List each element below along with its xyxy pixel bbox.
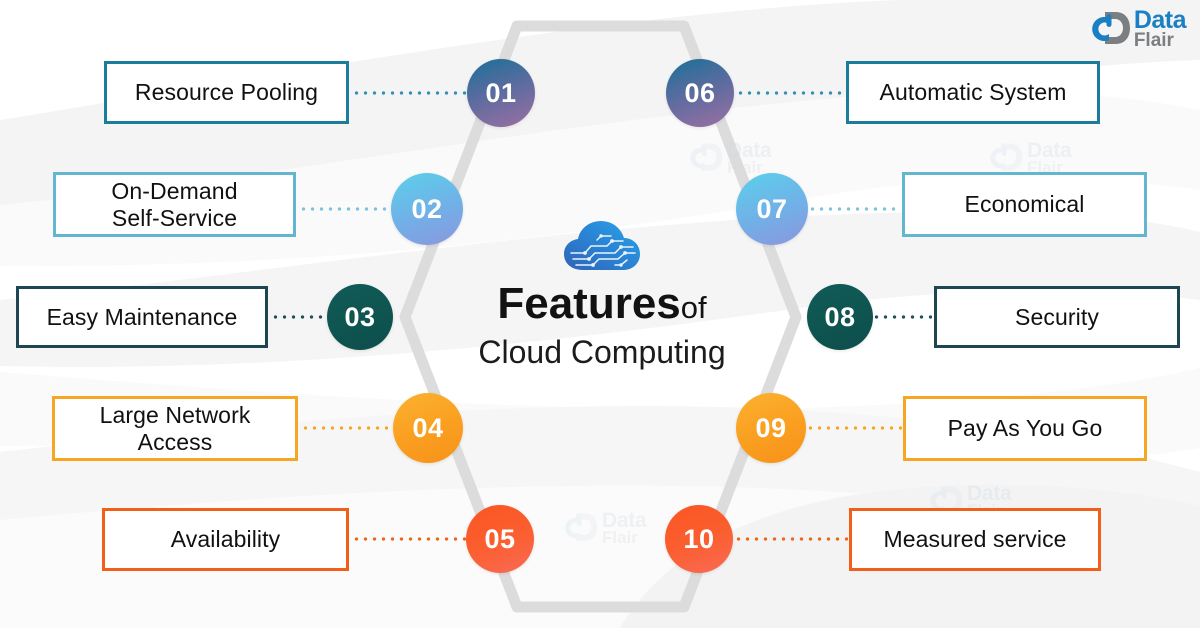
feature-box-economical[interactable]: Economical xyxy=(902,172,1147,237)
step-number: 09 xyxy=(755,412,787,443)
title-light: of xyxy=(680,290,707,325)
watermark-text-data: Data xyxy=(967,482,1012,505)
feature-label: Large Network Access xyxy=(99,401,251,455)
feature-label: Economical xyxy=(964,191,1085,218)
watermark-logo-icon xyxy=(565,513,598,541)
center-title-block: Featuresof Cloud Computing xyxy=(452,220,752,371)
connector-line-02 xyxy=(299,207,393,211)
connector-line-09 xyxy=(806,426,902,430)
watermark-dataflair: DataFlair xyxy=(690,139,772,176)
watermark-text-data: Data xyxy=(727,139,772,162)
step-number: 05 xyxy=(484,523,516,554)
step-number: 03 xyxy=(344,301,376,332)
feature-label: Measured service xyxy=(883,526,1067,553)
step-circle-10[interactable]: 10 xyxy=(665,505,733,573)
feature-box-resource-pooling[interactable]: Resource Pooling xyxy=(104,61,349,124)
watermark-logo-icon xyxy=(990,143,1023,171)
watermark-text-data: Data xyxy=(1027,139,1072,162)
feature-label: On-Demand Self-Service xyxy=(111,177,238,231)
watermark-dataflair: DataFlair xyxy=(565,509,647,547)
feature-label: Security xyxy=(1015,303,1099,330)
feature-box-large-network-access[interactable]: Large Network Access xyxy=(52,396,298,461)
step-number: 04 xyxy=(412,412,444,443)
cloud-circuit-icon xyxy=(564,221,640,270)
feature-label: Automatic System xyxy=(879,79,1067,106)
feature-box-security[interactable]: Security xyxy=(934,286,1180,348)
step-circle-07[interactable]: 07 xyxy=(736,173,808,245)
step-number: 06 xyxy=(684,77,716,108)
connector-line-06 xyxy=(736,91,844,95)
feature-label: Resource Pooling xyxy=(134,79,319,106)
page-subtitle: Cloud Computing xyxy=(478,334,726,370)
feature-label: Pay As You Go xyxy=(947,415,1103,442)
connector-line-08 xyxy=(872,315,932,319)
title-bold: Features xyxy=(497,279,681,328)
step-circle-03[interactable]: 03 xyxy=(327,284,393,350)
feature-label: Availability xyxy=(170,526,281,553)
watermark-logo-icon xyxy=(690,143,723,171)
step-number: 07 xyxy=(756,193,788,224)
step-circle-01[interactable]: 01 xyxy=(467,59,535,127)
connector-line-10 xyxy=(734,537,848,541)
feature-box-pay-as-you-go[interactable]: Pay As You Go xyxy=(903,396,1147,461)
connector-line-01 xyxy=(352,91,468,95)
connector-line-05 xyxy=(352,537,469,541)
connector-line-07 xyxy=(808,207,900,211)
watermark-text-flair: Flair xyxy=(602,528,638,547)
watermark-dataflair: DataFlair xyxy=(990,139,1072,176)
feature-box-availability[interactable]: Availability xyxy=(102,508,349,571)
connector-line-04 xyxy=(301,426,397,430)
dataflair-logo-icon xyxy=(1092,12,1130,44)
connector-line-03 xyxy=(271,315,329,319)
infographic-canvas: DataFlairDataFlairDataFlairDataFlairData… xyxy=(0,0,1200,628)
step-number: 08 xyxy=(824,301,856,332)
dataflair-logo[interactable]: Data Flair xyxy=(1092,8,1187,50)
feature-box-measured-service[interactable]: Measured service xyxy=(849,508,1101,571)
step-number: 10 xyxy=(683,523,715,554)
step-circle-09[interactable]: 09 xyxy=(736,393,806,463)
step-circle-05[interactable]: 05 xyxy=(466,505,534,573)
page-title: Featuresof xyxy=(452,282,752,326)
step-circle-02[interactable]: 02 xyxy=(391,173,463,245)
step-circle-06[interactable]: 06 xyxy=(666,59,734,127)
step-circle-04[interactable]: 04 xyxy=(393,393,463,463)
feature-label: Easy Maintenance xyxy=(46,303,238,330)
watermark-text-data: Data xyxy=(602,509,647,532)
feature-box-automatic-system[interactable]: Automatic System xyxy=(846,61,1100,124)
step-number: 01 xyxy=(485,77,517,108)
step-number: 02 xyxy=(411,193,443,224)
feature-box-on-demand-self-service[interactable]: On-Demand Self-Service xyxy=(53,172,296,237)
feature-box-easy-maintenance[interactable]: Easy Maintenance xyxy=(16,286,268,348)
step-circle-08[interactable]: 08 xyxy=(807,284,873,350)
